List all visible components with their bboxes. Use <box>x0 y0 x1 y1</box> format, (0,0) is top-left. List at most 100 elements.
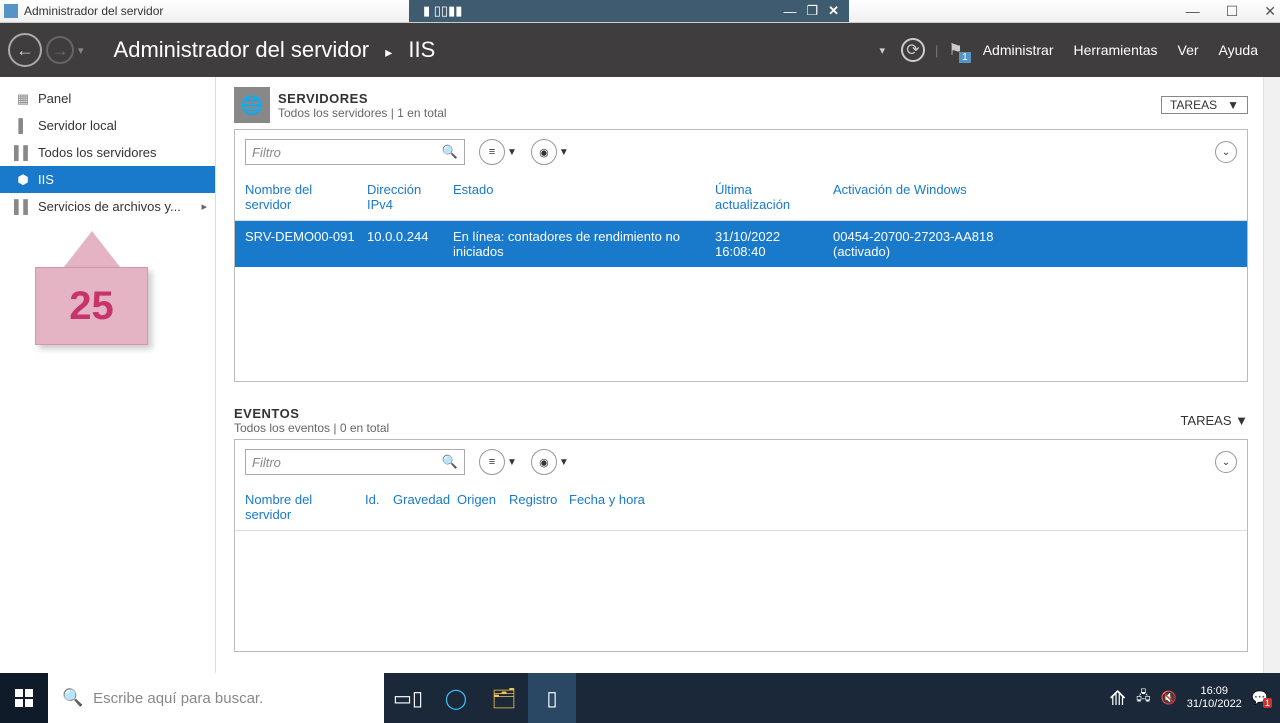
menu-ver[interactable]: Ver <box>1178 42 1199 58</box>
filter-save-icon[interactable]: ◉ <box>531 449 557 475</box>
tray-overflow-icon[interactable]: ⟰ <box>1109 686 1126 711</box>
servers-tasks-button[interactable]: TAREAS ▼ <box>1161 96 1248 114</box>
chevron-down-icon[interactable]: ▼ <box>507 147 517 158</box>
filter-options-icon[interactable]: ≡ <box>479 449 505 475</box>
taskbar-search[interactable]: 🔍 Escribe aquí para buscar. <box>48 673 384 723</box>
cell-server-name: SRV-DEMO00-091 <box>241 227 363 261</box>
chevron-down-icon[interactable]: ▼ <box>559 147 569 158</box>
col-registry[interactable]: Registro <box>505 490 565 524</box>
search-icon: 🔍 <box>62 688 83 708</box>
search-icon[interactable]: 🔍 <box>442 144 458 160</box>
chevron-down-icon[interactable]: ▼ <box>559 457 569 468</box>
action-center-icon[interactable]: 💬1 <box>1252 690 1268 706</box>
annotation-number: 25 <box>69 284 114 329</box>
panel-collapse-icon[interactable]: ⌄ <box>1215 451 1237 473</box>
window-controls: — ☐ ✕ <box>1186 3 1276 20</box>
flag-badge: 1 <box>959 52 971 63</box>
window-title: Administrador del servidor <box>24 4 163 18</box>
col-activation[interactable]: Activación de Windows <box>829 180 1049 214</box>
col-last-update[interactable]: Última actualización <box>711 180 829 214</box>
nav-dropdown-icon[interactable]: ▾ <box>78 44 84 57</box>
start-button[interactable] <box>0 673 48 723</box>
events-grid-header: Nombre del servidor Id. Gravedad Origen … <box>235 484 1247 531</box>
search-icon[interactable]: 🔍 <box>442 454 458 470</box>
iis-icon: ⬢ <box>14 172 32 188</box>
breadcrumb-leaf[interactable]: IIS <box>408 37 435 62</box>
filter-options-icon[interactable]: ≡ <box>479 139 505 165</box>
sidebar-item-local-server[interactable]: ▌ Servidor local <box>0 112 215 139</box>
menu-administrar[interactable]: Administrar <box>983 42 1054 58</box>
close-button[interactable]: ✕ <box>1264 3 1276 20</box>
windows-taskbar: 🔍 Escribe aquí para buscar. ▭▯ ◯ 🗂 ▯ ⟰ 🖧… <box>0 673 1280 723</box>
col-severity[interactable]: Gravedad <box>389 490 453 524</box>
filter-save-icon[interactable]: ◉ <box>531 139 557 165</box>
tray-clock[interactable]: 16:09 31/10/2022 <box>1187 685 1242 711</box>
sidebar-item-label: Panel <box>38 91 71 106</box>
cell-ip: 10.0.0.244 <box>363 227 449 261</box>
sidebar-item-label: IIS <box>38 172 54 187</box>
window-titlebar: Administrador del servidor ▮ ▯▯▮▮ — ❐ ✕ … <box>0 0 1280 23</box>
server-manager-icon[interactable]: ▯ <box>528 673 576 723</box>
sidebar-item-iis[interactable]: ⬢ IIS <box>0 166 215 193</box>
sidebar-item-all-servers[interactable]: ▌▌ Todos los servidores <box>0 139 215 166</box>
cell-last-update: 31/10/2022 16:08:40 <box>711 227 829 261</box>
edge-icon[interactable]: ◯ <box>432 673 480 723</box>
tray-volume-icon[interactable]: 🔇 <box>1161 690 1177 706</box>
table-row[interactable]: SRV-DEMO00-091 10.0.0.244 En línea: cont… <box>235 221 1247 267</box>
panel-collapse-icon[interactable]: ⌄ <box>1215 141 1237 163</box>
notifications-flag-icon[interactable]: ⚑1 <box>948 40 962 60</box>
col-server-name[interactable]: Nombre del servidor <box>241 490 361 524</box>
sidebar-item-panel[interactable]: ▦ Panel <box>0 85 215 112</box>
col-datetime[interactable]: Fecha y hora <box>565 490 655 524</box>
servers-section-icon: 🌐 <box>234 87 270 123</box>
col-ip[interactable]: Dirección IPv4 <box>363 180 449 214</box>
explorer-icon[interactable]: 🗂 <box>480 673 528 723</box>
col-origin[interactable]: Origen <box>453 490 505 524</box>
vertical-scrollbar[interactable] <box>1263 77 1280 673</box>
annotation-callout: 25 <box>35 231 148 335</box>
chevron-right-icon: ▸ <box>385 44 392 60</box>
servers-filter-input[interactable]: Filtro 🔍 <box>245 139 465 165</box>
clock-time: 16:09 <box>1187 685 1242 698</box>
app-icon <box>4 4 18 18</box>
col-status[interactable]: Estado <box>449 180 711 214</box>
search-placeholder: Escribe aquí para buscar. <box>93 690 263 707</box>
events-toolbar: Filtro 🔍 ≡ ▼ ◉ ▼ ⌄ <box>235 440 1247 484</box>
inner-close-button[interactable]: ✕ <box>828 3 839 19</box>
refresh-icon[interactable]: ⟳ <box>901 38 925 62</box>
system-tray: ⟰ 🖧 🔇 16:09 31/10/2022 💬1 <box>1097 685 1280 711</box>
events-filter-input[interactable]: Filtro 🔍 <box>245 449 465 475</box>
menu-ayuda[interactable]: Ayuda <box>1219 42 1258 58</box>
minimize-button[interactable]: — <box>1186 3 1200 20</box>
main-content: 🌐 SERVIDORES Todos los servidores | 1 en… <box>216 77 1280 673</box>
tray-network-icon[interactable]: 🖧 <box>1136 687 1151 709</box>
menu-herramientas[interactable]: Herramientas <box>1074 42 1158 58</box>
nav-forward-button[interactable]: → <box>46 36 74 64</box>
inner-minimize-button[interactable]: — <box>783 4 796 19</box>
col-id[interactable]: Id. <box>361 490 389 524</box>
maximize-button[interactable]: ☐ <box>1226 3 1239 20</box>
cell-activation: 00454-20700-27203-AA818 (activado) <box>829 227 1049 261</box>
app-header: ← → ▾ Administrador del servidor ▸ IIS ▾… <box>0 23 1280 77</box>
servers-section-title: SERVIDORES <box>278 91 447 106</box>
inner-restore-button[interactable]: ❐ <box>806 3 818 19</box>
events-section-header: EVENTOS Todos los eventos | 0 en total T… <box>234 406 1248 435</box>
sidebar: ▦ Panel ▌ Servidor local ▌▌ Todos los se… <box>0 77 216 673</box>
servers-toolbar: Filtro 🔍 ≡ ▼ ◉ ▼ ⌄ <box>235 130 1247 174</box>
events-panel: Filtro 🔍 ≡ ▼ ◉ ▼ ⌄ Nombre del servidor I… <box>234 439 1248 652</box>
events-section-title: EVENTOS <box>234 406 389 421</box>
chevron-down-icon: ▼ <box>1227 98 1239 112</box>
server-icon: ▌ <box>14 118 32 133</box>
chevron-down-icon[interactable]: ▼ <box>507 457 517 468</box>
col-server-name[interactable]: Nombre del servidor <box>241 180 363 214</box>
clock-date: 31/10/2022 <box>1187 698 1242 711</box>
tasks-label: TAREAS <box>1180 413 1231 428</box>
breadcrumb-root[interactable]: Administrador del servidor <box>114 37 370 62</box>
nav-back-button[interactable]: ← <box>8 33 42 67</box>
sidebar-item-file-services[interactable]: ▌▌ Servicios de archivos y... ▸ <box>0 193 215 220</box>
cell-status: En línea: contadores de rendimiento no i… <box>449 227 711 261</box>
header-dropdown-icon[interactable]: ▾ <box>879 44 885 57</box>
task-view-icon[interactable]: ▭▯ <box>384 673 432 723</box>
events-tasks-button[interactable]: TAREAS ▼ <box>1180 413 1248 428</box>
servers-grid-body: SRV-DEMO00-091 10.0.0.244 En línea: cont… <box>235 221 1247 381</box>
